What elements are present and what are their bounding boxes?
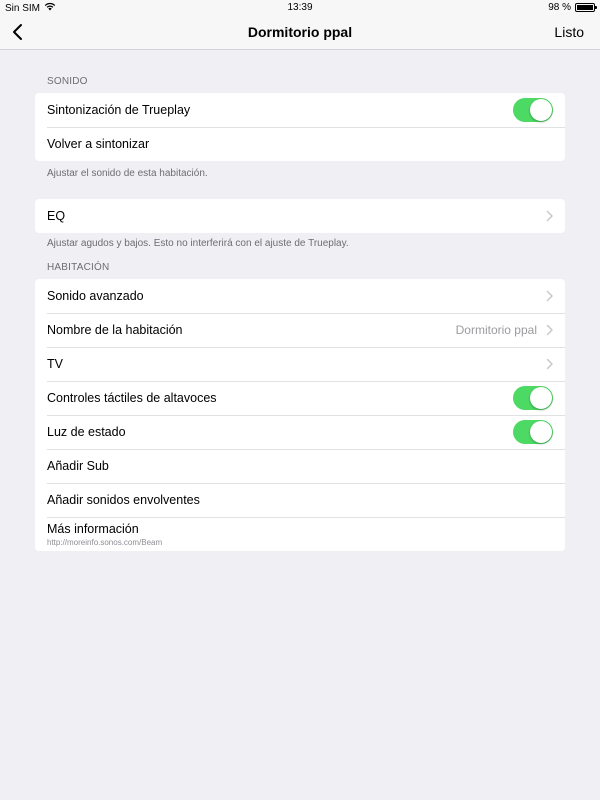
status-bar: Sin SIM 13:39 98 % [0, 0, 600, 16]
room-group: Sonido avanzado Nombre de la habitación … [35, 279, 565, 551]
touch-controls-label: Controles táctiles de altavoces [47, 391, 217, 405]
status-right: 98 % [548, 2, 597, 13]
eq-section-footer: Ajustar agudos y bajos. Esto no interfer… [47, 238, 349, 249]
chevron-right-icon [546, 358, 553, 370]
advanced-sound-label: Sonido avanzado [47, 289, 144, 303]
touch-controls-toggle[interactable] [513, 386, 553, 410]
status-light-toggle[interactable] [513, 420, 553, 444]
status-time: 13:39 [287, 2, 313, 13]
eq-row[interactable]: EQ [35, 199, 565, 233]
touch-controls-row: Controles táctiles de altavoces [35, 381, 565, 415]
battery-percent: 98 % [548, 2, 571, 13]
chevron-right-icon [546, 210, 553, 222]
chevron-right-icon [546, 290, 553, 302]
navigation-bar: Dormitorio ppal Listo [0, 16, 600, 50]
status-light-row: Luz de estado [35, 415, 565, 449]
room-name-label: Nombre de la habitación [47, 323, 183, 337]
trueplay-toggle[interactable] [513, 98, 553, 122]
add-surround-row[interactable]: Añadir sonidos envolventes [35, 483, 565, 517]
eq-group: EQ [35, 199, 565, 233]
tv-label: TV [47, 357, 63, 371]
sound-section-header: SONIDO [47, 76, 88, 87]
chevron-right-icon [546, 324, 553, 336]
advanced-sound-row[interactable]: Sonido avanzado [35, 279, 565, 313]
retune-row[interactable]: Volver a sintonizar [35, 127, 565, 161]
room-section-header: HABITACIÓN [47, 262, 110, 273]
more-info-row[interactable]: Más información http://moreinfo.sonos.co… [35, 517, 565, 551]
add-sub-row[interactable]: Añadir Sub [35, 449, 565, 483]
sound-section-footer: Ajustar el sonido de esta habitación. [47, 168, 208, 179]
retune-label: Volver a sintonizar [47, 137, 150, 151]
trueplay-row: Sintonización de Trueplay [35, 93, 565, 127]
add-sub-label: Añadir Sub [47, 459, 109, 473]
done-button[interactable]: Listo [554, 24, 584, 40]
trueplay-label: Sintonización de Trueplay [47, 103, 191, 117]
tv-row[interactable]: TV [35, 347, 565, 381]
status-light-label: Luz de estado [47, 425, 126, 439]
battery-icon [575, 3, 597, 12]
room-name-value: Dormitorio ppal [455, 323, 537, 337]
eq-label: EQ [47, 209, 66, 223]
add-surround-label: Añadir sonidos envolventes [47, 493, 200, 507]
more-info-url: http://moreinfo.sonos.com/Beam [47, 538, 163, 547]
more-info-label: Más información [47, 522, 139, 536]
sound-group: Sintonización de Trueplay Volver a sinto… [35, 93, 565, 161]
page-title: Dormitorio ppal [247, 24, 353, 40]
room-name-row[interactable]: Nombre de la habitación Dormitorio ppal [35, 313, 565, 347]
